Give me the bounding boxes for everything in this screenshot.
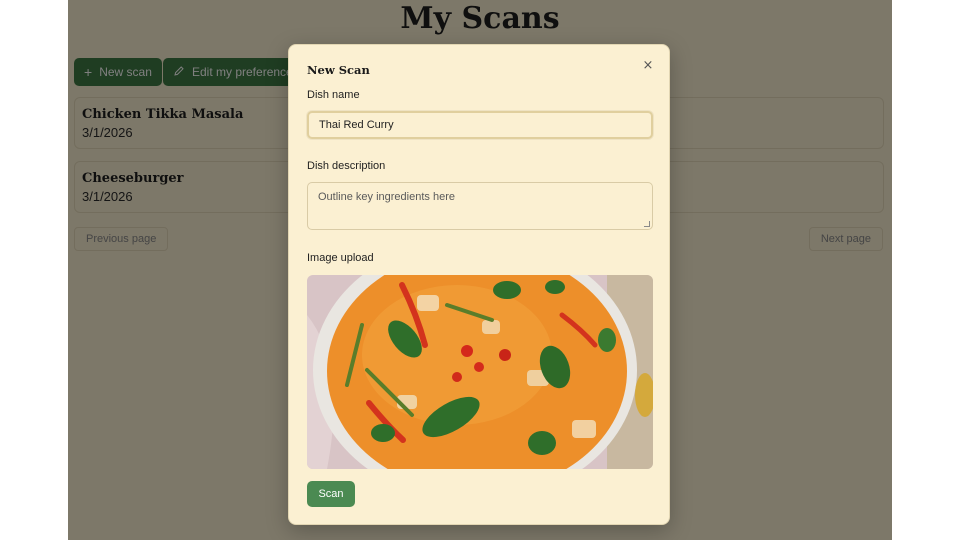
dish-description-label: Dish description [307,160,386,172]
image-upload-label: Image upload [307,252,374,264]
dish-description-textarea[interactable]: Outline key ingredients here [307,182,653,230]
curry-photo [307,275,653,469]
new-scan-modal: New Scan × Dish name Thai Red Curry Dish… [288,44,670,525]
dish-description-placeholder: Outline key ingredients here [318,191,455,203]
close-icon[interactable]: × [639,56,657,74]
scan-button[interactable]: Scan [307,481,355,507]
resize-handle-icon[interactable] [644,221,650,227]
dish-name-value: Thai Red Curry [319,119,394,131]
modal-title: New Scan [307,63,370,77]
dish-name-input[interactable]: Thai Red Curry [307,111,653,139]
image-upload-preview[interactable] [307,275,653,469]
modal-overlay[interactable]: New Scan × Dish name Thai Red Curry Dish… [0,0,960,540]
dish-name-label: Dish name [307,89,360,101]
